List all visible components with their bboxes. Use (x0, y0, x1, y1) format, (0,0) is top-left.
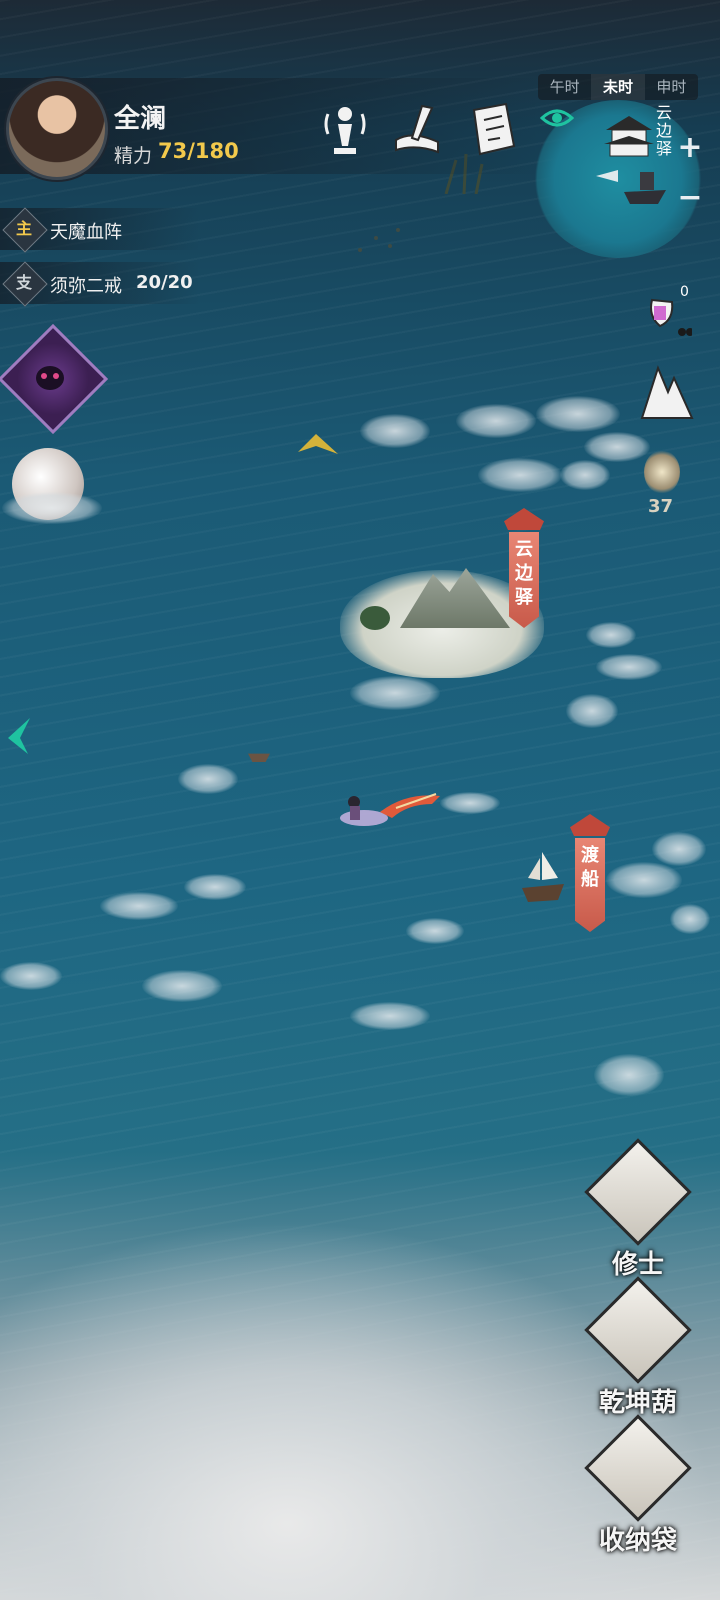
cloud (350, 1002, 430, 1030)
minimap-ship-icon (596, 166, 670, 206)
cloud (584, 432, 650, 462)
spirit-count: 37 (648, 496, 674, 517)
brush-scroll-icon[interactable] (392, 100, 446, 160)
cloud (606, 862, 682, 898)
quest-progress: 20/20 (136, 272, 193, 293)
demon-face-icon (30, 356, 70, 396)
quest-side[interactable]: 支 须弥二戒 20/20 (0, 261, 200, 307)
cloud (566, 694, 618, 728)
quest-title: 须弥二戒 (50, 276, 122, 297)
cloud (456, 404, 536, 438)
cloud (184, 874, 246, 900)
player-name: 全澜 (114, 104, 167, 134)
quest-main[interactable]: 主 天魔血阵 (0, 207, 200, 253)
cloud (652, 832, 706, 866)
zoom-in-button[interactable]: + (676, 133, 704, 163)
cloud (596, 654, 662, 680)
map-scroll-icon[interactable] (466, 100, 520, 160)
cloud (350, 676, 440, 710)
beacon-icon[interactable] (318, 100, 372, 160)
mountain-shrine-icon[interactable] (638, 362, 694, 422)
bag-icon (584, 1414, 692, 1522)
ferry-label: 渡船 (581, 845, 599, 890)
cloud (670, 904, 710, 934)
cloud (478, 458, 562, 492)
pavilion-icon (602, 114, 656, 158)
zoom-out-button[interactable]: − (676, 183, 704, 213)
gourd-button[interactable]: 乾坤葫 (584, 1276, 692, 1418)
ferry-ship-icon[interactable] (520, 848, 566, 902)
cloud (360, 414, 430, 448)
tree-icon (360, 606, 390, 630)
quest-tag-side: 支 (15, 273, 32, 292)
minimap-location-label: 云边驿 (656, 103, 673, 158)
cloud (560, 460, 610, 490)
time-item-active: 未时 (591, 74, 645, 100)
cloud (536, 396, 620, 432)
player-avatar[interactable] (6, 78, 108, 180)
time-item: 申时 (656, 78, 687, 96)
eye-icon[interactable] (539, 104, 575, 132)
cloud (440, 792, 500, 814)
cloud (594, 1054, 664, 1096)
bird-icon (6, 716, 32, 756)
cloud (2, 492, 102, 524)
quest-title: 天魔血阵 (50, 222, 122, 243)
hat-icon (584, 1138, 692, 1246)
stamina-label: 精力 (114, 145, 153, 167)
bird-icon (298, 432, 338, 456)
cloud (406, 918, 464, 944)
time-bar: 午时 未时 申时 (538, 74, 698, 100)
outpost-banner[interactable]: 云边驿 (509, 532, 539, 628)
player-character (336, 790, 446, 830)
cloud (0, 962, 62, 990)
sparkle-icon (350, 220, 406, 260)
cloud (586, 622, 636, 648)
time-item: 午时 (549, 78, 580, 96)
ferry-banner[interactable]: 渡船 (575, 838, 605, 932)
spirit-orb-icon[interactable] (644, 450, 680, 494)
gourd-icon (584, 1276, 692, 1384)
notification-count: 0 (680, 284, 689, 300)
stamina-value: 73/180 (158, 139, 239, 163)
cloud (100, 892, 178, 920)
cultivator-button[interactable]: 修士 (584, 1138, 692, 1280)
storage-bag-label: 收纳袋 (598, 1526, 677, 1556)
outpost-label: 云边驿 (515, 539, 533, 608)
storage-bag-button[interactable]: 收纳袋 (584, 1414, 692, 1556)
cloud (178, 764, 238, 794)
quest-tag-main: 主 (15, 219, 32, 238)
cloud (142, 970, 222, 1002)
